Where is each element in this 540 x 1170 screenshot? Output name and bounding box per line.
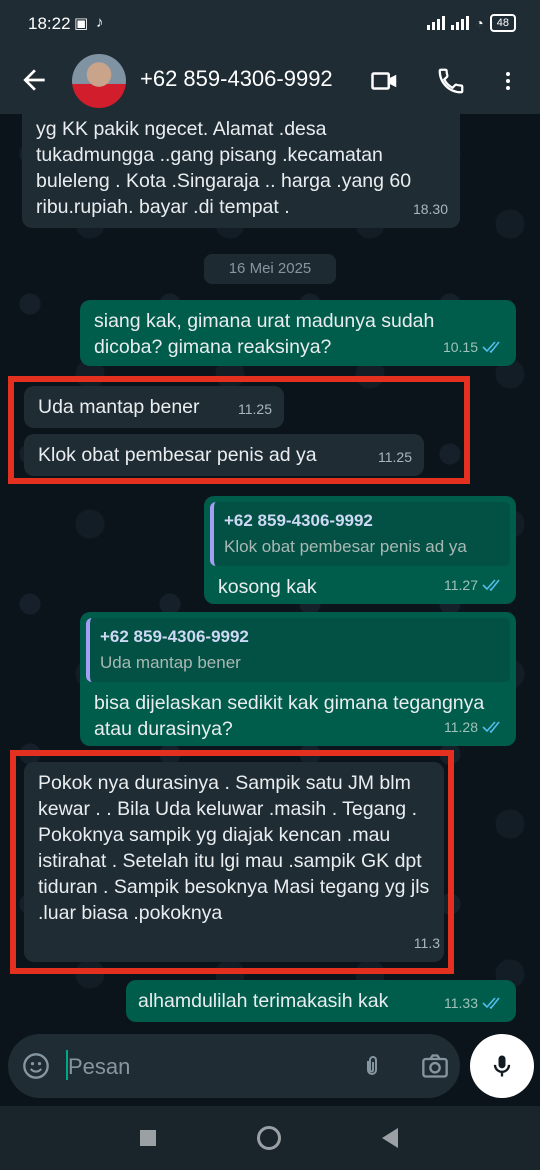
back-nav-icon[interactable] xyxy=(382,1128,398,1148)
message-outgoing-reply[interactable]: +62 859-4306-9992 Klok obat pembesar pen… xyxy=(204,496,516,604)
message-outgoing[interactable]: siang kak, gimana urat madunya sudah dic… xyxy=(80,300,516,366)
message-time: 18.30 xyxy=(412,201,448,217)
system-nav-bar xyxy=(0,1106,540,1170)
message-text: yg KK pakik ngecet. Alamat .desa tukadmu… xyxy=(36,118,412,218)
tiktok-icon: ♪ xyxy=(96,14,104,31)
read-receipt-icon xyxy=(482,721,500,733)
message-status: 10.15 xyxy=(443,334,504,360)
highlight-box xyxy=(10,750,454,974)
message-time: 11.33 xyxy=(444,995,478,1011)
message-status: 11.33 xyxy=(444,990,504,1016)
quoted-sender: +62 859-4306-9992 xyxy=(224,511,373,530)
message-status: 11.27 xyxy=(444,572,504,598)
sticker-emoji-icon[interactable] xyxy=(22,1052,50,1080)
message-time: 11.27 xyxy=(444,577,478,593)
chat-area[interactable]: yg KK pakik ngecet. Alamat .desa tukadmu… xyxy=(0,114,540,1034)
shop-icon: ▣ xyxy=(74,15,89,32)
message-outgoing-reply[interactable]: +62 859-4306-9992 Uda mantap bener bisa … xyxy=(80,612,516,746)
date-separator: 16 Mei 2025 xyxy=(204,254,336,284)
message-input[interactable]: Pesan xyxy=(68,1054,130,1080)
highlight-box xyxy=(8,376,470,484)
quoted-sender: +62 859-4306-9992 xyxy=(100,627,249,646)
home-icon[interactable] xyxy=(257,1126,281,1150)
signal-icon xyxy=(451,16,470,30)
microphone-icon xyxy=(493,1055,511,1077)
back-arrow-icon[interactable] xyxy=(18,64,50,96)
message-status: 11.28 xyxy=(444,714,504,740)
battery-icon: 48 xyxy=(489,14,516,32)
video-call-icon[interactable] xyxy=(370,66,400,96)
wifi-icon: ◔ xyxy=(475,15,484,31)
more-options-icon[interactable] xyxy=(496,66,520,96)
contact-name[interactable]: +62 859-4306-9992 xyxy=(140,66,333,92)
recents-icon[interactable] xyxy=(140,1130,156,1146)
message-incoming[interactable]: yg KK pakik ngecet. Alamat .desa tukadmu… xyxy=(22,114,460,228)
message-time: 10.15 xyxy=(442,339,478,355)
avatar[interactable] xyxy=(72,54,126,108)
quoted-message[interactable]: +62 859-4306-9992 Klok obat pembesar pen… xyxy=(210,502,510,566)
attachment-icon[interactable] xyxy=(360,1052,384,1080)
chat-header: +62 859-4306-9992 xyxy=(0,48,540,114)
message-outgoing[interactable]: alhamdulilah terimakasih kak 11.33 xyxy=(126,980,516,1022)
read-receipt-icon xyxy=(482,997,500,1009)
camera-icon[interactable] xyxy=(420,1052,450,1080)
message-time: 11.28 xyxy=(444,719,478,735)
message-composer[interactable]: Pesan xyxy=(8,1034,460,1098)
read-receipt-icon xyxy=(482,579,500,591)
signal-icon xyxy=(427,16,446,30)
message-text: siang kak, gimana urat madunya sudah dic… xyxy=(94,310,435,358)
quoted-text: Uda mantap bener xyxy=(100,653,241,672)
read-receipt-icon xyxy=(482,341,500,353)
status-time: 18:22 xyxy=(28,14,71,33)
status-bar: 18:22 ▣ ♪ ◔ 48 xyxy=(0,0,540,48)
phone-icon[interactable] xyxy=(436,66,466,96)
quoted-text: Klok obat pembesar penis ad ya xyxy=(224,537,467,556)
voice-message-button[interactable] xyxy=(470,1034,534,1098)
quoted-message[interactable]: +62 859-4306-9992 Uda mantap bener xyxy=(86,618,510,682)
status-icons: ◔ 48 xyxy=(427,14,516,32)
